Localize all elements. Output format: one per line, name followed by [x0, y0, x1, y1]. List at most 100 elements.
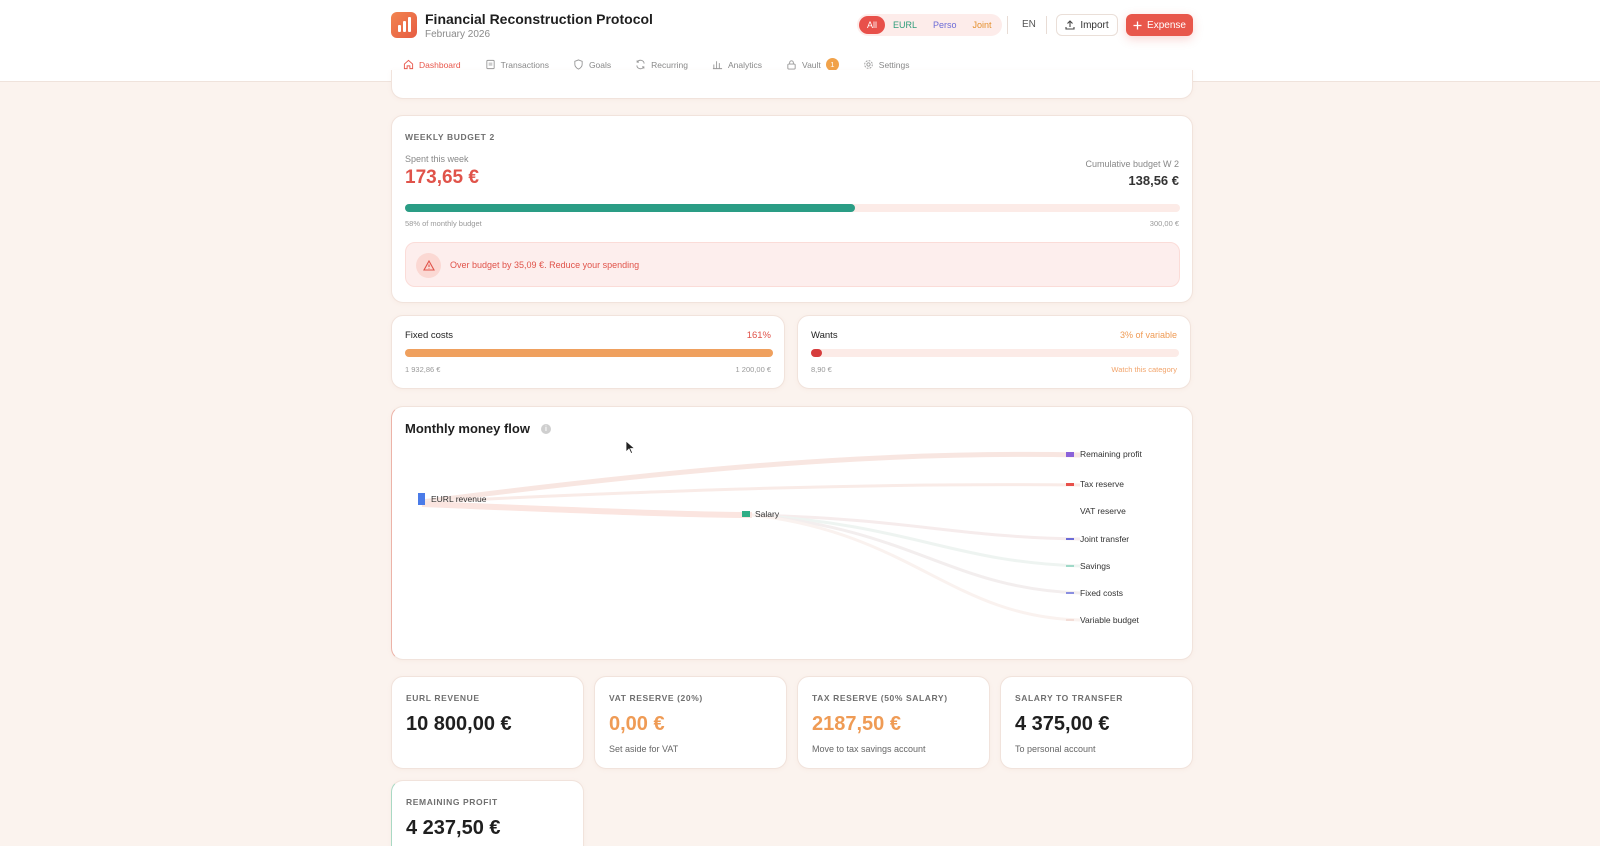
- upload-icon: [1065, 20, 1075, 30]
- weekly-progress-fill: [405, 204, 855, 212]
- stat-value: 2187,50 €: [812, 713, 901, 735]
- wants-bar: [811, 349, 1179, 357]
- money-flow-sankey: EURL revenue Salary Remaining profit Tax…: [418, 449, 1143, 625]
- bar-chart-icon: [712, 61, 723, 70]
- cumulative-label: Cumulative budget W 2: [1085, 159, 1179, 169]
- fixed-costs-card: Fixed costs 161% 1 932,86 € 1 200,00 €: [391, 315, 785, 389]
- tab-label: Settings: [878, 60, 910, 70]
- plus-icon: [1133, 21, 1142, 29]
- app-title: Financial Reconstruction Protocol: [425, 11, 653, 27]
- progress-caption: 58% of monthly budget: [405, 219, 482, 228]
- language-switch[interactable]: EN: [1022, 19, 1036, 30]
- period-label: February 2026: [425, 29, 491, 40]
- node-joint-transfer: [1066, 538, 1074, 540]
- tab-label: Vault: [802, 60, 821, 70]
- stat-label: TAX RESERVE (50% SALARY): [812, 693, 948, 703]
- flow-link: [751, 513, 1081, 622]
- label-fixed-costs: Fixed costs: [1080, 588, 1123, 598]
- receipt-icon: [485, 59, 495, 70]
- add-expense-button[interactable]: Expense: [1126, 14, 1193, 36]
- expense-label: Expense: [1147, 19, 1186, 31]
- wants-label: Wants: [811, 330, 838, 341]
- wants-note: Watch this category: [1111, 365, 1177, 374]
- divider: [1046, 16, 1047, 34]
- flow-link: [421, 451, 1081, 505]
- weekly-budget-card: WEEKLY BUDGET 2 Spent this week 173,65 €…: [391, 115, 1193, 303]
- money-flow-card: EURL revenue Salary Remaining profit Tax…: [391, 406, 1193, 660]
- stat-value: 4 237,50 €: [406, 817, 501, 839]
- eurl-revenue-card: EURL REVENUE 10 800,00 €: [391, 676, 584, 769]
- fixed-costs-bar: [405, 349, 773, 357]
- weekly-progress-bar: [405, 204, 1180, 212]
- tab-label: Analytics: [728, 60, 763, 70]
- stat-hint: To personal account: [1015, 744, 1096, 754]
- fixed-costs-percent: 161%: [746, 330, 771, 341]
- alert-message: Over budget by 35,09 €. Reduce your spen…: [450, 260, 640, 270]
- stat-label: VAT RESERVE (20%): [609, 693, 703, 703]
- divider: [1007, 16, 1008, 34]
- salary-transfer-card: SALARY TO TRANSFER 4 375,00 € To persona…: [1000, 676, 1193, 769]
- label-remaining-profit: Remaining profit: [1080, 449, 1143, 459]
- tab-label: Goals: [588, 60, 612, 70]
- node-fixed-costs: [1066, 592, 1074, 594]
- wants-fill: [811, 349, 823, 357]
- label-salary: Salary: [755, 509, 780, 519]
- lock-icon: [787, 60, 796, 70]
- refresh-icon: [636, 59, 645, 70]
- wants-spent: 8,90 €: [811, 365, 832, 374]
- node-salary: [742, 511, 750, 517]
- fixed-costs-budget: 1 200,00 €: [735, 365, 771, 374]
- app-logo-icon: [391, 12, 417, 38]
- filter-eurl[interactable]: EURL: [885, 16, 925, 34]
- stat-value: 10 800,00 €: [406, 713, 512, 735]
- label-tax-reserve: Tax reserve: [1080, 479, 1124, 489]
- stat-value: 4 375,00 €: [1015, 713, 1110, 735]
- flow-link: [421, 501, 753, 518]
- warning-icon: [416, 253, 441, 278]
- tax-reserve-card: TAX RESERVE (50% SALARY) 2187,50 € Move …: [797, 676, 990, 769]
- wants-percent: 3% of variable: [1119, 330, 1177, 340]
- label-eurl-revenue: EURL revenue: [431, 494, 487, 504]
- info-icon[interactable]: i: [541, 424, 551, 434]
- remaining-profit-card: REMAINING PROFIT 4 237,50 €: [391, 780, 584, 846]
- filter-all[interactable]: All: [859, 16, 886, 34]
- cumulative-value: 138,56 €: [1128, 173, 1179, 188]
- node-eurl-revenue: [418, 493, 425, 505]
- monthly-budget-value: 300,00 €: [1149, 219, 1179, 228]
- stat-label: SALARY TO TRANSFER: [1015, 693, 1123, 703]
- spent-label: Spent this week: [405, 154, 469, 164]
- vat-reserve-card: VAT RESERVE (20%) 0,00 € Set aside for V…: [594, 676, 787, 769]
- stat-label: REMAINING PROFIT: [406, 797, 498, 807]
- node-savings: [1066, 565, 1074, 567]
- previous-card: [391, 70, 1193, 99]
- node-remaining-profit: [1066, 452, 1074, 457]
- money-flow-title: Monthly money flow: [405, 421, 530, 436]
- stat-hint: Move to tax savings account: [812, 744, 926, 754]
- fixed-costs-spent: 1 932,86 €: [405, 365, 441, 374]
- gear-icon: [863, 60, 873, 69]
- account-filter: All EURL Perso Joint: [857, 14, 1002, 36]
- tab-label: Dashboard: [419, 60, 461, 70]
- weekly-budget-title: WEEKLY BUDGET 2: [405, 132, 495, 142]
- label-vat-reserve: VAT reserve: [1080, 506, 1126, 516]
- node-tax-reserve: [1066, 483, 1074, 486]
- stat-label: EURL REVENUE: [406, 693, 480, 703]
- home-icon: [403, 59, 414, 70]
- tab-label: Recurring: [651, 60, 689, 70]
- spent-value: 173,65 €: [405, 167, 479, 188]
- node-variable-budget: [1066, 619, 1074, 621]
- import-button[interactable]: Import: [1056, 14, 1118, 36]
- label-variable-budget: Variable budget: [1080, 615, 1140, 625]
- label-joint-transfer: Joint transfer: [1080, 534, 1129, 544]
- stat-hint: Set aside for VAT: [609, 744, 679, 754]
- filter-perso[interactable]: Perso: [925, 16, 965, 34]
- label-savings: Savings: [1080, 561, 1110, 571]
- stat-value: 0,00 €: [609, 713, 665, 735]
- mouse-cursor-icon: [625, 440, 635, 454]
- over-budget-alert: Over budget by 35,09 €. Reduce your spen…: [405, 242, 1180, 287]
- fixed-costs-label: Fixed costs: [405, 330, 454, 341]
- wants-card: Wants 3% of variable 8,90 € Watch this c…: [797, 315, 1191, 389]
- filter-joint[interactable]: Joint: [965, 16, 1000, 34]
- tab-label: Transactions: [500, 60, 549, 70]
- shield-icon: [574, 59, 583, 70]
